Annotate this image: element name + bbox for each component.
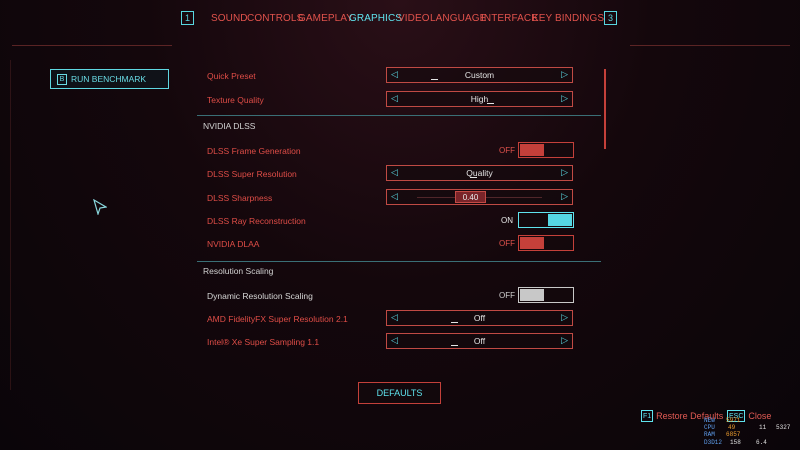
tab-language[interactable]: LANGUAGE bbox=[430, 13, 486, 24]
graphics-settings-panel: Quick Preset ◁ Custom ▷ Texture Quality … bbox=[197, 60, 607, 352]
dlss-ray-reconstruction-label: DLSS Ray Reconstruction bbox=[207, 216, 306, 226]
setting-dlss-frame-generation: DLSS Frame Generation OFF bbox=[197, 142, 607, 160]
nvidia-dlaa-state: OFF bbox=[499, 239, 515, 248]
dlss-sharpness-thumb[interactable]: 0.40 bbox=[455, 191, 486, 203]
overlay-value: 158 bbox=[730, 439, 741, 446]
tab-sound[interactable]: SOUND bbox=[211, 13, 248, 24]
run-benchmark-button[interactable]: B RUN BENCHMARK bbox=[50, 69, 169, 89]
texture-quality-label: Texture Quality bbox=[207, 95, 264, 105]
dynamic-resolution-toggle[interactable] bbox=[518, 287, 574, 303]
setting-dlss-sharpness: DLSS Sharpness ◁ 0.40 ▷ bbox=[197, 189, 607, 207]
overlay-value: 6857 bbox=[726, 431, 741, 438]
decor-line bbox=[12, 45, 172, 46]
arrow-right-icon[interactable]: ▷ bbox=[561, 335, 568, 346]
tab-interface[interactable]: INTERFACE bbox=[481, 13, 538, 24]
quick-preset-label: Quick Preset bbox=[207, 71, 256, 81]
setting-amd-fsr: AMD FidelityFX Super Resolution 2.1 ◁ Of… bbox=[197, 310, 607, 328]
prev-tab-key-icon[interactable]: 1 bbox=[181, 11, 194, 25]
tab-video[interactable]: VIDEO bbox=[398, 13, 430, 24]
next-tab-key-icon[interactable]: 3 bbox=[604, 11, 617, 25]
overlay-value: 11 bbox=[759, 424, 767, 431]
nvidia-dlaa-label: NVIDIA DLAA bbox=[207, 239, 260, 249]
dlss-sharpness-slider[interactable]: ◁ 0.40 ▷ bbox=[386, 189, 573, 205]
arrow-left-icon[interactable]: ◁ bbox=[391, 191, 398, 202]
nvidia-dlaa-toggle[interactable] bbox=[518, 235, 574, 251]
toggle-knob bbox=[548, 214, 572, 226]
dynamic-resolution-label: Dynamic Resolution Scaling bbox=[207, 291, 313, 301]
setting-dynamic-resolution: Dynamic Resolution Scaling OFF bbox=[197, 287, 607, 305]
intel-xess-value: Off bbox=[473, 336, 486, 346]
performance-overlay: NEW 5971 CPU 49 11 5327 RAM 6857 D3D12 1… bbox=[704, 409, 800, 450]
tab-key-bindings[interactable]: KEY BINDINGS bbox=[532, 13, 604, 24]
texture-quality-value: High bbox=[470, 94, 489, 104]
overlay-value: 5327 bbox=[776, 424, 791, 431]
texture-quality-selector[interactable]: ◁ High ▷ bbox=[386, 91, 573, 107]
benchmark-key-icon: B bbox=[57, 73, 67, 85]
top-tab-bar: 1 SOUND CONTROLS GAMEPLAY GRAPHICS VIDEO… bbox=[0, 0, 800, 40]
dlss-super-resolution-value: Quality bbox=[466, 168, 493, 178]
dlss-ray-reconstruction-state: ON bbox=[501, 216, 513, 225]
arrow-right-icon[interactable]: ▷ bbox=[561, 69, 568, 80]
overlay-label: D3D12 bbox=[704, 439, 723, 446]
toggle-knob bbox=[520, 237, 544, 249]
dlss-super-resolution-selector[interactable]: ◁ Quality ▷ bbox=[386, 165, 573, 181]
setting-quick-preset: Quick Preset ◁ Custom ▷ bbox=[197, 67, 607, 85]
option-indicator bbox=[487, 103, 494, 104]
f1-key-icon: F1 bbox=[641, 410, 654, 422]
dlss-sharpness-label: DLSS Sharpness bbox=[207, 193, 273, 203]
toggle-knob bbox=[520, 144, 544, 156]
arrow-right-icon[interactable]: ▷ bbox=[561, 167, 568, 178]
section-resolution-scaling: Resolution Scaling bbox=[203, 266, 274, 276]
settings-scrollbar[interactable] bbox=[604, 69, 606, 149]
setting-dlss-super-resolution: DLSS Super Resolution ◁ Quality ▷ bbox=[197, 165, 607, 183]
option-indicator bbox=[451, 345, 458, 346]
dlss-frame-generation-label: DLSS Frame Generation bbox=[207, 146, 301, 156]
dlss-frame-generation-toggle[interactable] bbox=[518, 142, 574, 158]
overlay-value: 6.4 bbox=[756, 439, 767, 446]
toggle-knob bbox=[520, 289, 544, 301]
dynamic-resolution-state: OFF bbox=[499, 291, 515, 300]
quick-preset-value: Custom bbox=[464, 70, 495, 80]
option-indicator bbox=[470, 177, 477, 178]
dlss-super-resolution-label: DLSS Super Resolution bbox=[207, 169, 297, 179]
section-divider bbox=[197, 261, 601, 262]
section-divider bbox=[197, 115, 601, 116]
overlay-label: RAM bbox=[704, 431, 715, 438]
tab-controls[interactable]: CONTROLS bbox=[247, 13, 303, 24]
quick-preset-selector[interactable]: ◁ Custom ▷ bbox=[386, 67, 573, 83]
intel-xess-label: Intel® Xe Super Sampling 1.1 bbox=[207, 337, 320, 347]
amd-fsr-selector[interactable]: ◁ Off ▷ bbox=[386, 310, 573, 326]
intel-xess-selector[interactable]: ◁ Off ▷ bbox=[386, 333, 573, 349]
arrow-right-icon[interactable]: ▷ bbox=[561, 312, 568, 323]
setting-nvidia-dlaa: NVIDIA DLAA OFF bbox=[197, 235, 607, 253]
setting-intel-xess: Intel® Xe Super Sampling 1.1 ◁ Off ▷ bbox=[197, 333, 607, 351]
arrow-right-icon[interactable]: ▷ bbox=[561, 93, 568, 104]
decor-line bbox=[10, 60, 11, 390]
tab-gameplay[interactable]: GAMEPLAY bbox=[298, 13, 353, 24]
section-nvidia-dlss: NVIDIA DLSS bbox=[203, 121, 256, 131]
decor-line bbox=[630, 45, 790, 46]
tab-graphics[interactable]: GRAPHICS bbox=[349, 13, 402, 24]
setting-texture-quality: Texture Quality ◁ High ▷ bbox=[197, 91, 607, 109]
dlss-ray-reconstruction-toggle[interactable] bbox=[518, 212, 574, 228]
setting-dlss-ray-reconstruction: DLSS Ray Reconstruction ON bbox=[197, 212, 607, 230]
amd-fsr-label: AMD FidelityFX Super Resolution 2.1 bbox=[207, 314, 348, 324]
option-indicator bbox=[451, 322, 458, 323]
defaults-button[interactable]: DEFAULTS bbox=[358, 382, 441, 404]
option-indicator bbox=[431, 79, 438, 80]
amd-fsr-value: Off bbox=[473, 313, 486, 323]
dlss-frame-generation-state: OFF bbox=[499, 146, 515, 155]
mouse-cursor-icon bbox=[93, 199, 107, 215]
run-benchmark-label: RUN BENCHMARK bbox=[71, 74, 147, 84]
arrow-right-icon[interactable]: ▷ bbox=[561, 191, 568, 202]
